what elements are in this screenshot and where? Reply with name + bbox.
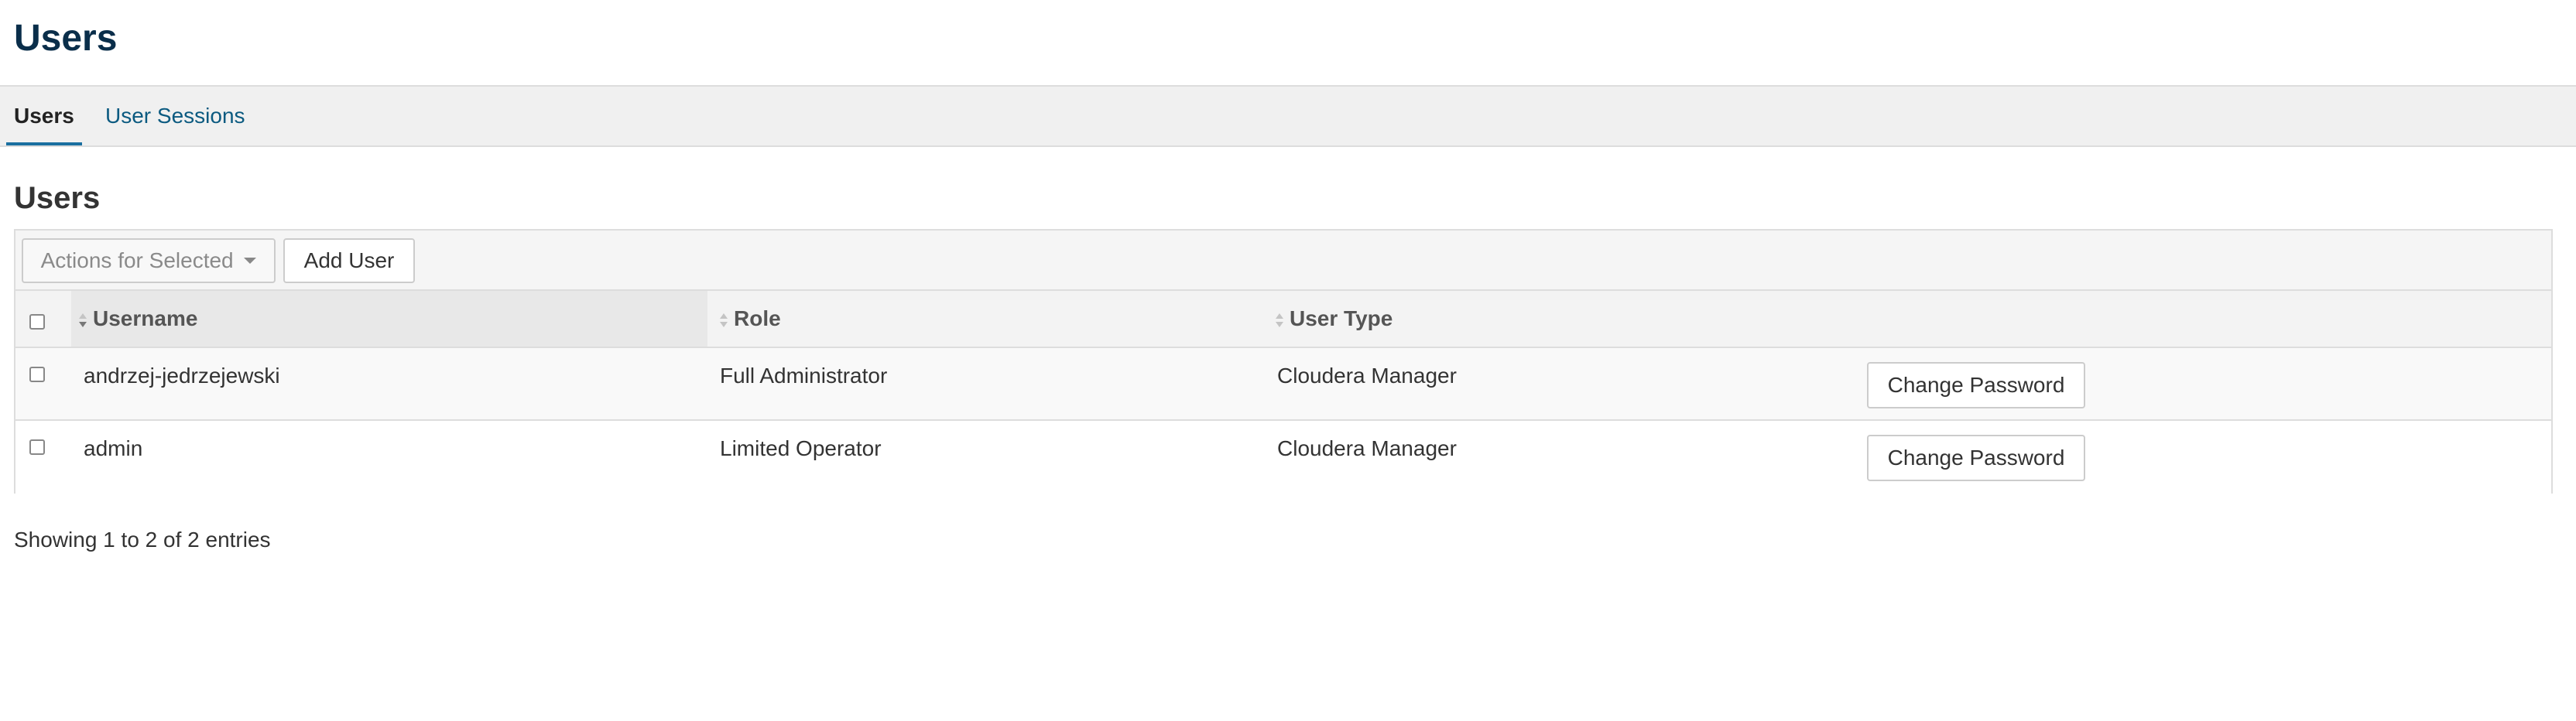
tab-users[interactable]: Users — [6, 87, 82, 145]
change-password-button[interactable]: Change Password — [1867, 362, 2085, 408]
column-header-username-label: Username — [93, 306, 198, 330]
users-table: Actions for Selected Add User Username R… — [14, 229, 2553, 494]
add-user-button[interactable]: Add User — [283, 238, 415, 283]
row-checkbox[interactable] — [29, 367, 45, 382]
tab-user-sessions[interactable]: User Sessions — [105, 87, 245, 145]
actions-for-selected-button[interactable]: Actions for Selected — [22, 238, 276, 283]
actions-for-selected-label: Actions for Selected — [40, 248, 234, 272]
sort-desc-icon — [77, 313, 88, 328]
column-header-user-type[interactable]: User Type — [1263, 291, 1848, 347]
select-all-checkbox[interactable] — [29, 314, 45, 330]
column-header-user-type-label: User Type — [1290, 306, 1393, 330]
table-toolbar: Actions for Selected Add User — [15, 231, 2551, 291]
page-header: Users — [0, 0, 2576, 87]
table-row: andrzej-jedrzejewski Full Administrator … — [15, 348, 2551, 421]
role-cell: Full Administrator — [720, 364, 888, 388]
row-checkbox[interactable] — [29, 439, 45, 455]
table-row: admin Limited Operator Cloudera Manager … — [15, 421, 2551, 494]
section-title: Users — [14, 181, 101, 215]
tabs-bar: Users User Sessions — [0, 87, 2576, 147]
user-type-cell: Cloudera Manager — [1277, 364, 1457, 388]
caret-down-icon — [244, 257, 257, 264]
page-title: Users — [14, 18, 118, 59]
column-header-role[interactable]: Role — [707, 291, 1263, 347]
column-header-username[interactable]: Username — [71, 291, 707, 347]
column-header-role-label: Role — [734, 306, 781, 330]
username-cell: admin — [84, 436, 143, 460]
role-cell: Limited Operator — [720, 436, 882, 460]
user-type-cell: Cloudera Manager — [1277, 436, 1457, 460]
username-cell: andrzej-jedrzejewski — [84, 364, 280, 388]
sort-icon — [1274, 313, 1285, 328]
table-header-row: Username Role User Type — [15, 291, 2551, 348]
sort-icon — [718, 313, 729, 328]
change-password-button[interactable]: Change Password — [1867, 435, 2085, 481]
table-info: Showing 1 to 2 of 2 entries — [14, 528, 271, 552]
